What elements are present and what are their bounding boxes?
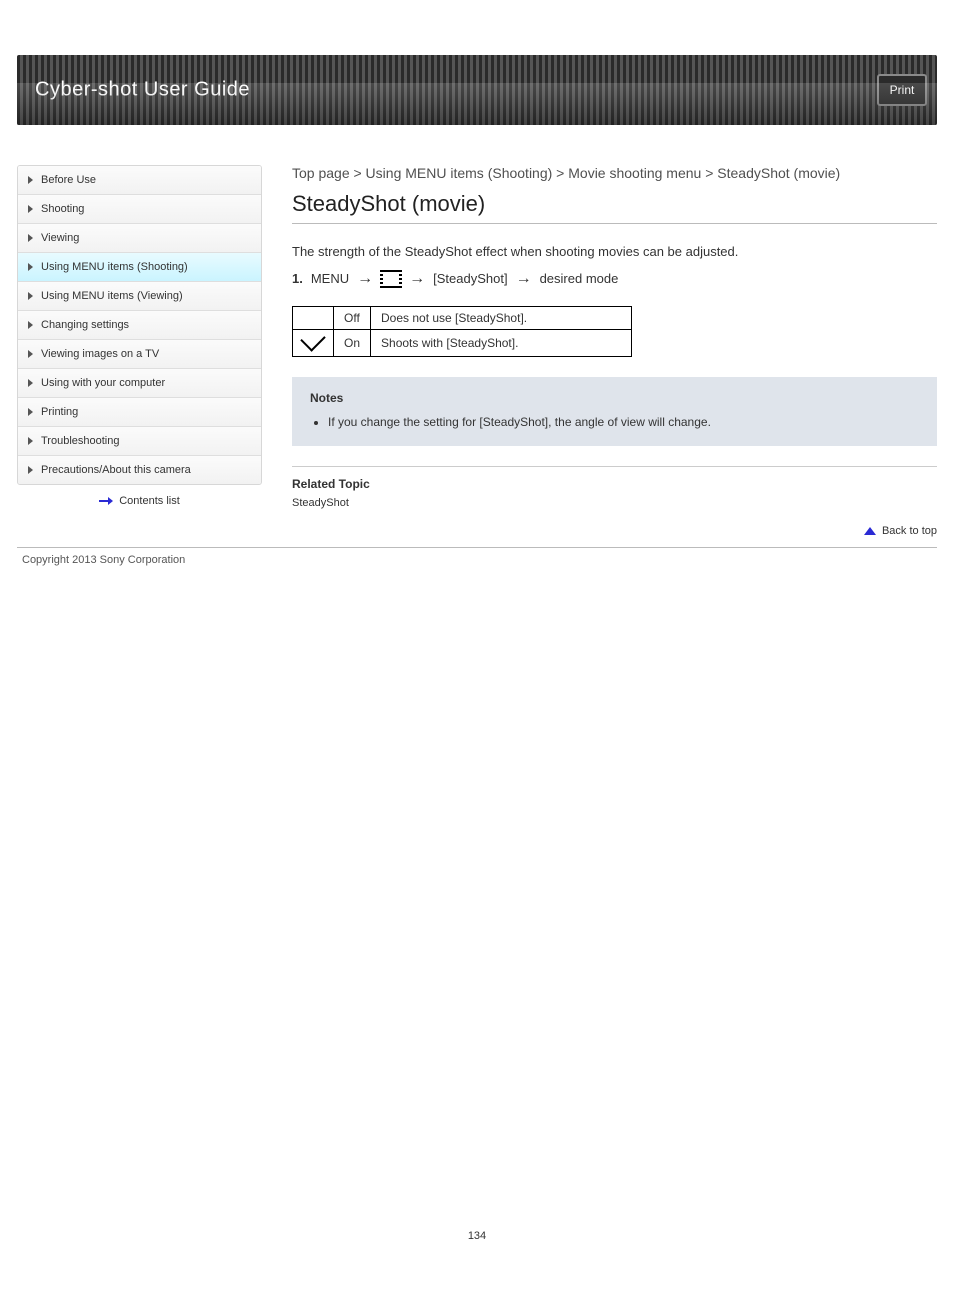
- title-rule: [292, 223, 937, 224]
- page-number: 134: [0, 1230, 954, 1242]
- cell-icon: [293, 329, 334, 356]
- contents-list-link[interactable]: Contents list: [17, 485, 262, 517]
- caret-right-icon: [28, 205, 33, 213]
- cell-label: Off: [334, 306, 371, 329]
- sidebar-item[interactable]: Viewing: [18, 224, 261, 253]
- sidebar-item[interactable]: Shooting: [18, 195, 261, 224]
- sidebar-item-label: Using MENU items (Viewing): [41, 290, 183, 302]
- step-1: MENU: [311, 271, 349, 286]
- back-to-top-link[interactable]: Back to top: [292, 525, 937, 537]
- sidebar-item-label: Using MENU items (Shooting): [41, 261, 188, 273]
- page-title: SteadyShot (movie): [292, 191, 937, 217]
- arrow-right-icon: [99, 497, 113, 505]
- cell-desc: Shoots with [SteadyShot].: [371, 329, 632, 356]
- sidebar-column: Before Use Shooting Viewing Using MENU item…: [17, 165, 262, 543]
- header-bar: Cyber-shot User Guide Print: [17, 55, 937, 125]
- caret-right-icon: [28, 292, 33, 300]
- sidebar-item[interactable]: Viewing images on a TV: [18, 340, 261, 369]
- sidebar-item[interactable]: Troubleshooting: [18, 427, 261, 456]
- sidebar-item-label: Changing settings: [41, 319, 129, 331]
- caret-right-icon: [28, 263, 33, 271]
- notes-title: Notes: [310, 391, 919, 405]
- back-to-top-label: Back to top: [882, 525, 937, 537]
- arrow-icon: →: [516, 270, 532, 288]
- sidebar-item[interactable]: Using MENU items (Viewing): [18, 282, 261, 311]
- sidebar-item[interactable]: Precautions/About this camera: [18, 456, 261, 484]
- table-row: On Shoots with [SteadyShot].: [293, 329, 632, 356]
- step-2: [SteadyShot]: [433, 271, 507, 286]
- menu-steps: 1. MENU → → [SteadyShot] → desired mode: [292, 270, 937, 288]
- caret-right-icon: [28, 437, 33, 445]
- arrow-icon: →: [357, 270, 373, 288]
- related-title: Related Topic: [292, 477, 937, 491]
- step-number: 1.: [292, 271, 303, 286]
- print-button[interactable]: Print: [877, 74, 927, 106]
- sidebar-item-label: Precautions/About this camera: [41, 464, 191, 476]
- cell-desc: Does not use [SteadyShot].: [371, 306, 632, 329]
- note-item: If you change the setting for [SteadySho…: [328, 413, 919, 432]
- related-link[interactable]: SteadyShot: [292, 497, 937, 509]
- sidebar-item-label: Printing: [41, 406, 78, 418]
- sidebar-item[interactable]: Changing settings: [18, 311, 261, 340]
- triangle-up-icon: [864, 527, 876, 535]
- sidebar: Before Use Shooting Viewing Using MENU item…: [17, 165, 262, 485]
- cell-icon: [293, 306, 334, 329]
- sidebar-item[interactable]: Using with your computer: [18, 369, 261, 398]
- description: The strength of the SteadyShot effect wh…: [292, 242, 937, 262]
- caret-right-icon: [28, 408, 33, 416]
- sidebar-item-label: Using with your computer: [41, 377, 165, 389]
- table-row: Off Does not use [SteadyShot].: [293, 306, 632, 329]
- sidebar-item[interactable]: Printing: [18, 398, 261, 427]
- caret-right-icon: [28, 234, 33, 242]
- caret-right-icon: [28, 379, 33, 387]
- arrow-icon: →: [409, 270, 425, 288]
- caret-right-icon: [28, 321, 33, 329]
- header-title: Cyber-shot User Guide: [35, 79, 250, 102]
- options-table: Off Does not use [SteadyShot]. On Shoots…: [292, 306, 632, 357]
- sidebar-item-label: Viewing images on a TV: [41, 348, 159, 360]
- breadcrumb: Top page > Using MENU items (Shooting) >…: [292, 165, 937, 181]
- copyright: Copyright 2013 Sony Corporation: [22, 554, 954, 566]
- main-content: Top page > Using MENU items (Shooting) >…: [292, 165, 937, 543]
- related-section: Related Topic SteadyShot: [292, 466, 937, 509]
- step-3: desired mode: [540, 271, 619, 286]
- caret-right-icon: [28, 176, 33, 184]
- sidebar-item-label: Shooting: [41, 203, 84, 215]
- notes-box: Notes If you change the setting for [Ste…: [292, 377, 937, 446]
- sidebar-item-label: Viewing: [41, 232, 79, 244]
- notes-list: If you change the setting for [SteadySho…: [310, 413, 919, 432]
- contents-list-label: Contents list: [119, 495, 180, 507]
- sidebar-item[interactable]: Before Use: [18, 166, 261, 195]
- sidebar-item[interactable]: Using MENU items (Shooting): [18, 253, 261, 282]
- film-icon: [381, 270, 401, 288]
- cell-label: On: [334, 329, 371, 356]
- caret-right-icon: [28, 466, 33, 474]
- sidebar-item-label: Before Use: [41, 174, 96, 186]
- footer-rule: [17, 547, 937, 548]
- check-icon: [300, 326, 325, 351]
- caret-right-icon: [28, 350, 33, 358]
- sidebar-item-label: Troubleshooting: [41, 435, 119, 447]
